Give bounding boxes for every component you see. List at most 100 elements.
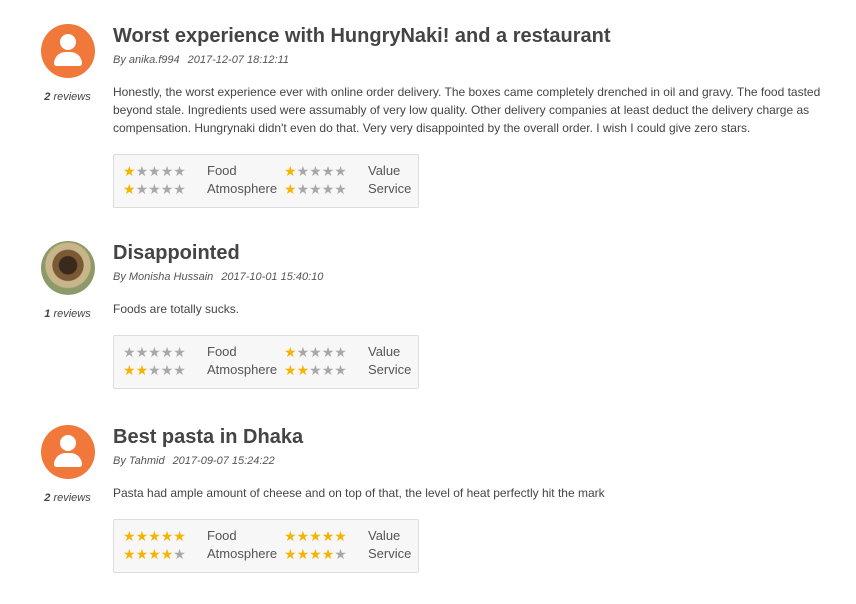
star-icon: ★: [148, 344, 161, 360]
value-rating-stars: ★★★★★: [284, 345, 347, 359]
star-icon: ★: [135, 344, 149, 360]
star-icon: ★: [284, 546, 297, 562]
service-label: Service: [368, 546, 412, 561]
star-icon: ★: [334, 181, 347, 197]
review-meta: By Monisha Hussain 2017-10-01 15:40:10: [113, 271, 833, 283]
star-icon: ★: [173, 528, 186, 544]
service-label: Service: [368, 362, 412, 377]
star-icon: ★: [173, 546, 186, 562]
star-icon: ★: [309, 163, 322, 179]
reviews-count[interactable]: 2 reviews: [30, 91, 105, 103]
atmosphere-label: Atmosphere: [207, 181, 278, 196]
food-rating-stars: ★★★★★: [123, 529, 186, 543]
reviews-count[interactable]: 2 reviews: [30, 492, 105, 504]
review-title: Worst experience with HungryNaki! and a …: [113, 25, 611, 47]
star-icon: ★: [148, 528, 161, 544]
star-icon: ★: [284, 181, 297, 197]
star-icon: ★: [309, 181, 322, 197]
star-icon: ★: [284, 528, 297, 544]
star-icon: ★: [135, 181, 149, 197]
service-rating-stars: ★★★★★: [284, 547, 347, 561]
food-label: Food: [207, 163, 237, 178]
star-icon: ★: [148, 163, 161, 179]
review-author[interactable]: By Tahmid: [113, 455, 165, 467]
review-content: Disappointed By Monisha Hussain 2017-10-0…: [113, 241, 833, 389]
star-icon: ★: [309, 344, 322, 360]
star-icon: ★: [296, 344, 310, 360]
star-icon: ★: [135, 362, 149, 378]
service-rating-stars: ★★★★★: [284, 182, 347, 196]
ratings-box: ★★★★★ Food ★★★★★ Value ★★★★★ Atmosphere ★★★★★…: [113, 335, 419, 389]
star-icon: ★: [321, 362, 335, 378]
reviewer-column: 1 reviews: [30, 241, 105, 320]
value-label: Value: [368, 528, 401, 543]
star-icon: ★: [334, 163, 347, 179]
star-icon: ★: [296, 528, 310, 544]
star-icon: ★: [173, 362, 186, 378]
star-icon: ★: [160, 181, 174, 197]
review-date: 2017-10-01 15:40:10: [221, 271, 324, 283]
review-title: Best pasta in Dhaka: [113, 426, 304, 448]
review-meta: By Tahmid 2017-09-07 15:24:22: [113, 455, 833, 467]
star-icon: ★: [160, 163, 174, 179]
food-rating-stars: ★★★★★: [123, 345, 186, 359]
atmosphere-label: Atmosphere: [207, 546, 278, 561]
star-icon: ★: [123, 181, 136, 197]
star-icon: ★: [321, 344, 335, 360]
value-label: Value: [368, 344, 401, 359]
service-label: Service: [368, 181, 412, 196]
star-icon: ★: [296, 362, 310, 378]
service-rating-stars: ★★★★★: [284, 363, 347, 377]
star-icon: ★: [309, 546, 322, 562]
review-author[interactable]: By anika.f994: [113, 54, 180, 66]
review-content: Best pasta in Dhaka By Tahmid 2017-09-07 …: [113, 425, 833, 573]
star-icon: ★: [296, 546, 310, 562]
review-date: 2017-09-07 15:24:22: [172, 455, 275, 467]
star-icon: ★: [284, 362, 297, 378]
food-label: Food: [207, 344, 237, 359]
star-icon: ★: [334, 546, 347, 562]
star-icon: ★: [296, 181, 310, 197]
atmosphere-rating-stars: ★★★★★: [123, 182, 186, 196]
review-text: Foods are totally sucks.: [113, 302, 240, 316]
review-meta: By anika.f994 2017-12-07 18:12:11: [113, 54, 833, 66]
star-icon: ★: [123, 344, 136, 360]
star-icon: ★: [135, 528, 149, 544]
food-label: Food: [207, 528, 237, 543]
star-icon: ★: [321, 181, 335, 197]
review-content: Worst experience with HungryNaki! and a …: [113, 24, 833, 208]
star-icon: ★: [173, 163, 186, 179]
review-text: Pasta had ample amount of cheese and on …: [113, 486, 605, 500]
reviewer-column: 2 reviews: [30, 425, 105, 504]
reviewer-column: 2 reviews: [30, 24, 105, 103]
atmosphere-rating-stars: ★★★★★: [123, 547, 186, 561]
user-icon[interactable]: [40, 24, 95, 78]
star-icon: ★: [135, 546, 149, 562]
user-icon[interactable]: [40, 425, 95, 479]
star-icon: ★: [123, 362, 136, 378]
review-title: Disappointed: [113, 242, 240, 264]
star-icon: ★: [160, 362, 174, 378]
star-icon: ★: [309, 362, 322, 378]
ratings-box: ★★★★★ Food ★★★★★ Value ★★★★★ Atmosphere ★★★★★…: [113, 154, 419, 208]
ratings-box: ★★★★★ Food ★★★★★ Value ★★★★★ Atmosphere ★★★★★…: [113, 519, 419, 573]
star-icon: ★: [148, 181, 161, 197]
star-icon: ★: [296, 163, 310, 179]
star-icon: ★: [334, 528, 347, 544]
reviews-count[interactable]: 1 reviews: [30, 308, 105, 320]
star-icon: ★: [123, 546, 136, 562]
star-icon: ★: [148, 546, 161, 562]
star-icon: ★: [160, 528, 174, 544]
star-icon: ★: [160, 344, 174, 360]
star-icon: ★: [160, 546, 174, 562]
star-icon: ★: [123, 528, 136, 544]
review-date: 2017-12-07 18:12:11: [187, 54, 289, 66]
user-photo-avatar[interactable]: [40, 241, 95, 295]
review-text: Honestly, the worst experience ever with…: [113, 85, 821, 135]
atmosphere-rating-stars: ★★★★★: [123, 363, 186, 377]
star-icon: ★: [173, 344, 186, 360]
value-label: Value: [368, 163, 401, 178]
review-author[interactable]: By Monisha Hussain: [113, 271, 213, 283]
star-icon: ★: [123, 163, 136, 179]
star-icon: ★: [321, 163, 335, 179]
